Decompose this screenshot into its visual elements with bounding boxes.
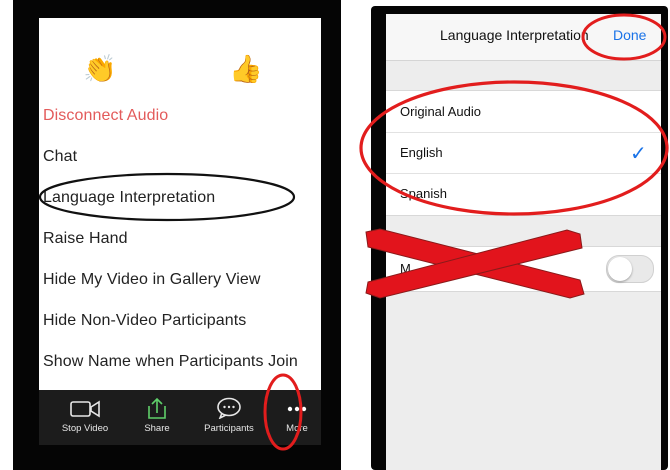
option-label: English bbox=[400, 145, 443, 160]
toggle-knob bbox=[608, 257, 632, 281]
thumbs-up-reaction-button[interactable]: 👍 bbox=[229, 54, 263, 84]
page-title: Language Interpretation bbox=[440, 27, 589, 43]
more-button[interactable]: More bbox=[277, 390, 317, 445]
right-phone-frame: Language Interpretation Done Original Au… bbox=[371, 6, 668, 470]
menu-item-raise-hand[interactable]: Raise Hand bbox=[43, 230, 128, 248]
option-label: Spanish bbox=[400, 186, 447, 201]
share-label: Share bbox=[144, 423, 170, 434]
option-label: Original Audio bbox=[400, 104, 481, 119]
share-upload-icon bbox=[148, 397, 166, 419]
navigation-header: Language Interpretation Done bbox=[386, 14, 661, 61]
mute-original-audio-toggle[interactable] bbox=[606, 255, 654, 283]
language-interpretation-screen: Language Interpretation Done Original Au… bbox=[386, 14, 661, 470]
menu-item-disconnect-audio[interactable]: Disconnect Audio bbox=[43, 107, 168, 125]
checkmark-icon: ✓ bbox=[630, 143, 647, 165]
stop-video-label: Stop Video bbox=[61, 423, 109, 434]
mute-row-label: M bbox=[400, 261, 411, 276]
meeting-toolbar: Stop Video Share Participants More bbox=[39, 390, 321, 445]
menu-item-hide-non-video-participants[interactable]: Hide Non-Video Participants bbox=[43, 312, 246, 330]
language-options-list: Original Audio English ✓ Spanish bbox=[386, 90, 661, 216]
share-button[interactable]: Share bbox=[137, 390, 177, 445]
option-english[interactable]: English ✓ bbox=[386, 132, 661, 174]
more-menu-panel: 👏 👍 Disconnect Audio Chat Language Inter… bbox=[39, 18, 321, 390]
menu-item-show-name-when-join[interactable]: Show Name when Participants Join bbox=[43, 353, 298, 371]
option-original-audio[interactable]: Original Audio bbox=[386, 91, 661, 133]
mute-original-audio-row: M bbox=[386, 246, 661, 292]
chat-bubble-icon bbox=[217, 397, 241, 419]
participants-label: Participants bbox=[204, 423, 254, 434]
video-camera-icon bbox=[70, 400, 100, 418]
menu-item-hide-my-video[interactable]: Hide My Video in Gallery View bbox=[43, 271, 261, 289]
menu-item-chat[interactable]: Chat bbox=[43, 148, 77, 166]
menu-item-language-interpretation[interactable]: Language Interpretation bbox=[43, 189, 215, 207]
more-label: More bbox=[286, 423, 308, 434]
more-dots-icon bbox=[287, 406, 307, 412]
done-button[interactable]: Done bbox=[613, 27, 646, 43]
option-spanish[interactable]: Spanish bbox=[386, 173, 661, 214]
stop-video-button[interactable]: Stop Video bbox=[57, 390, 113, 445]
participants-button[interactable]: Participants bbox=[199, 390, 259, 445]
left-phone-frame: 👏 👍 Disconnect Audio Chat Language Inter… bbox=[13, 0, 341, 470]
clap-reaction-button[interactable]: 👏 bbox=[83, 54, 117, 84]
